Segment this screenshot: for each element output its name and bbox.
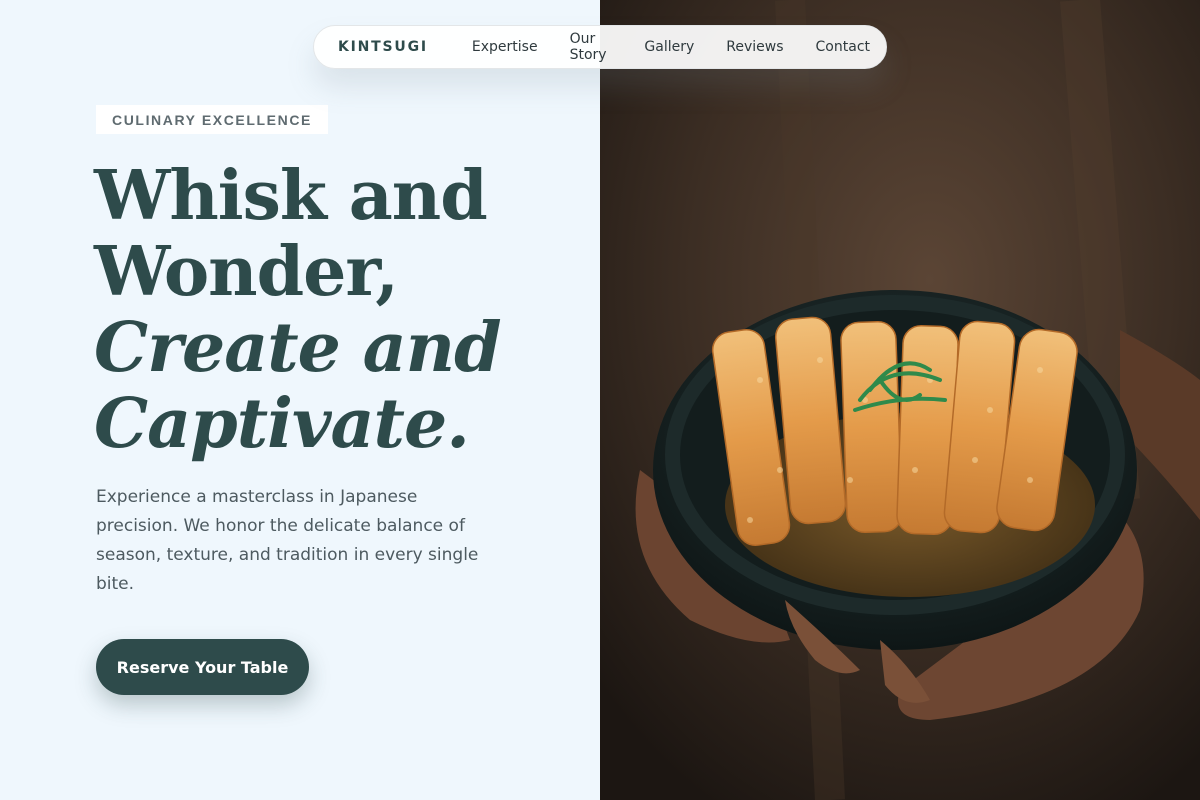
hero-headline: Whisk and Wonder, Create and Captivate. [94, 158, 574, 462]
katsu-bowl-illustration [600, 0, 1200, 800]
nav-link-contact[interactable]: Contact [816, 39, 870, 55]
nav-link-reviews[interactable]: Reviews [726, 39, 783, 55]
top-navigation: KINTSUGI Expertise Our Story Gallery Rev… [313, 25, 887, 69]
headline-line-4: Captivate. [94, 384, 470, 464]
nav-link-expertise[interactable]: Expertise [472, 39, 538, 55]
hero-food-photo [600, 0, 1200, 800]
hero-left-panel: CULINARY EXCELLENCE Whisk and Wonder, Cr… [0, 0, 600, 800]
headline-line-1: Whisk and [94, 156, 488, 236]
hero-description: Experience a masterclass in Japanese pre… [96, 487, 479, 594]
reserve-table-button[interactable]: Reserve Your Table [96, 639, 309, 695]
brand-logo[interactable]: KINTSUGI [338, 39, 428, 55]
headline-line-3: Create and [94, 308, 502, 388]
nav-link-gallery[interactable]: Gallery [644, 39, 694, 55]
headline-line-2: Wonder, [94, 232, 399, 312]
eyebrow-label: CULINARY EXCELLENCE [96, 105, 328, 134]
nav-link-our-story[interactable]: Our Story [570, 31, 613, 63]
